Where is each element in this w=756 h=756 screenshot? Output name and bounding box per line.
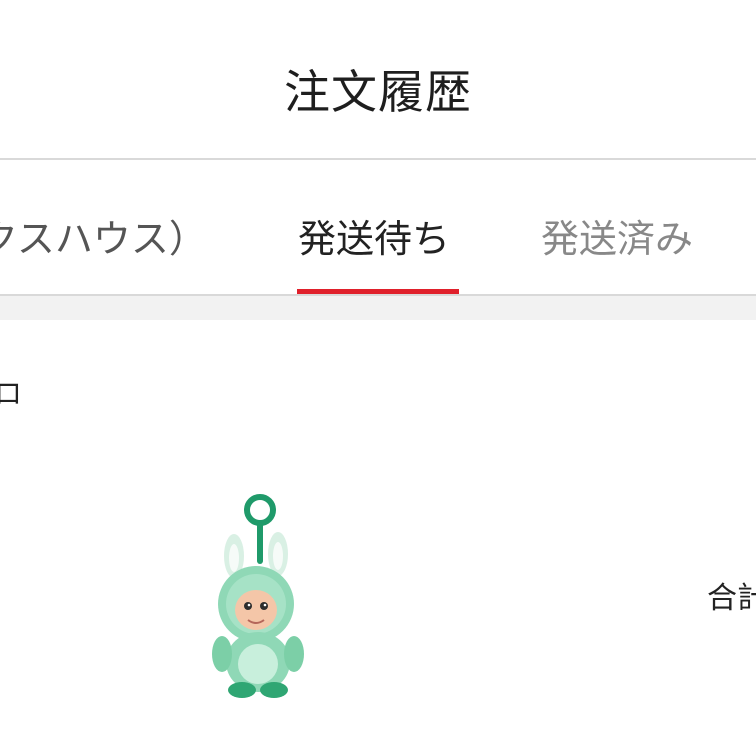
store-name: ロ	[0, 377, 23, 410]
header: 注文履歴	[0, 0, 756, 160]
tab-shipped[interactable]: 発送済み	[541, 214, 693, 264]
page-title: 注文履歴	[284, 65, 472, 119]
tab-awaiting-shipment[interactable]: 発送待ち	[298, 214, 450, 264]
plush-keychain-icon[interactable]	[198, 492, 322, 700]
status-tabs: クスハウス） 発送待ち 発送済み	[0, 160, 756, 296]
order-history-page: 注文履歴 クスハウス） 発送待ち 発送済み ロ 合計	[0, 0, 756, 756]
tab-previous[interactable]: クスハウス）	[0, 214, 207, 264]
active-tab-indicator	[297, 289, 459, 294]
total-label: 合計	[707, 581, 756, 616]
section-separator	[0, 296, 756, 320]
order-card[interactable]: ロ 合計	[0, 320, 756, 756]
